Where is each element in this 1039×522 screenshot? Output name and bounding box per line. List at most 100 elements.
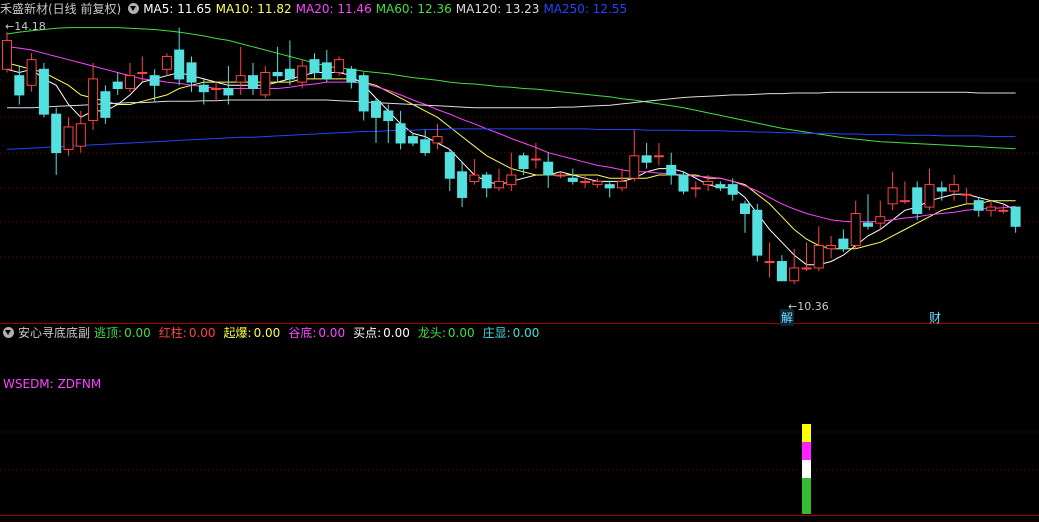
candle-body <box>125 75 135 89</box>
candle-body <box>653 155 664 158</box>
candle-body <box>863 222 873 227</box>
indicator-values: 逃顶: 0.00 红柱: 0.00 起爆: 0.00 谷底: 0.00 买点: 0.00 龙头: 0.… <box>94 326 547 340</box>
indicator-item-label: 庄显: <box>482 326 511 340</box>
candle-body <box>88 78 99 122</box>
indicator-item-label: 红柱: <box>158 326 187 340</box>
event-marker-cai[interactable]: 财 <box>928 309 942 326</box>
candle-body <box>371 100 381 118</box>
candle-body <box>14 75 25 96</box>
candle-body <box>2 39 12 70</box>
indicator-name[interactable]: 安心寻底底副 <box>18 326 90 340</box>
indicator-item-value: 0.00 <box>124 326 151 340</box>
candle-body <box>838 238 849 250</box>
candle-body <box>38 68 49 115</box>
candle-body <box>703 180 714 186</box>
event-marker-jie[interactable]: 解 <box>780 309 795 326</box>
candle-body <box>813 245 824 269</box>
candle-body <box>592 180 603 186</box>
ma-line-ma250 <box>6 128 1016 150</box>
candle-body <box>248 75 258 89</box>
candle-body <box>297 65 308 83</box>
candle-body <box>469 174 480 182</box>
candle-body <box>666 164 677 176</box>
candle-body <box>137 71 148 74</box>
dropdown-icon[interactable] <box>3 327 14 338</box>
indicator-item-value: 0.00 <box>188 326 216 340</box>
candle-body <box>506 174 517 186</box>
candle-body <box>161 55 172 70</box>
candle-body <box>567 177 578 182</box>
candle-body <box>826 245 837 250</box>
candle-body <box>432 136 443 144</box>
candle-body <box>420 139 431 154</box>
candle-body <box>198 84 209 93</box>
candle-body <box>936 187 947 192</box>
ma-legend-item: MA10: 11.82 <box>215 2 292 16</box>
formula-label: WSEDM: ZDFNM <box>3 377 102 391</box>
candle-body <box>801 267 812 270</box>
ma-legend-item: MA5: 11.65 <box>143 2 212 16</box>
candle-body <box>518 155 529 170</box>
candle-body <box>63 126 74 150</box>
indicator-header: 安心寻底底副 逃顶: 0.00 红柱: 0.00 起爆: 0.00 谷底: 0.00 买点: 0.0… <box>0 324 551 342</box>
stock-title[interactable]: 禾盛新材(日线 前复权) <box>0 2 121 16</box>
indicator-item-value: 0.00 <box>447 326 475 340</box>
ma-line-ma120 <box>7 91 1016 109</box>
indicator-item-label: 买点: <box>353 326 382 340</box>
candle-body <box>321 62 332 80</box>
candle-body <box>358 75 369 112</box>
main-chart-header: 禾盛新材(日线 前复权) MA5: 11.65 MA10: 11.82 MA20: 1… <box>0 0 635 18</box>
indicator-item-value: 0.00 <box>253 326 281 340</box>
indicator-item-label: 谷底: <box>288 326 317 340</box>
candle-body <box>309 59 320 73</box>
indicator-item-label: 逃顶: <box>94 326 123 340</box>
candle-body <box>100 91 111 118</box>
candle-body <box>604 184 615 189</box>
candle-body <box>112 81 123 90</box>
signal-bar-segment <box>802 478 811 514</box>
candle-body <box>727 184 738 195</box>
indicator-item-value: 0.00 <box>318 326 346 340</box>
candle-body <box>752 209 763 256</box>
candle-body <box>457 171 468 198</box>
indicator-item-label: 龙头: <box>417 326 446 340</box>
ma-legend-item: MA20: 11.46 <box>295 2 372 16</box>
candle-body <box>444 152 455 179</box>
candle-body <box>789 267 800 282</box>
candle-body <box>887 187 898 205</box>
candle-body <box>690 187 701 190</box>
signal-bar-segment <box>802 442 811 460</box>
candle-body <box>211 88 222 90</box>
signal-bar-segment <box>802 424 811 442</box>
candle-body <box>407 136 418 144</box>
ma-legend-item: MA60: 12.36 <box>375 2 452 16</box>
candle-body <box>715 184 726 189</box>
candle-body <box>617 180 627 189</box>
candle-body <box>494 180 504 189</box>
candle-body <box>961 193 972 196</box>
low-price-label: ←10.36 <box>788 300 829 313</box>
price-chart[interactable] <box>0 0 1039 522</box>
ma-legend-item: MA250: 12.55 <box>543 2 628 16</box>
dropdown-icon[interactable] <box>128 3 140 14</box>
ma-legend-item: MA120: 13.23 <box>455 2 540 16</box>
candle-body <box>973 200 984 211</box>
candle-body <box>580 180 591 183</box>
candle-body <box>776 261 787 282</box>
candle-body <box>875 216 886 224</box>
candle-body <box>949 184 960 192</box>
candle-body <box>678 174 689 192</box>
candle-body <box>924 184 935 208</box>
indicator-item-value: 0.00 <box>512 326 540 340</box>
candle-body <box>26 59 37 86</box>
candle-body <box>543 161 554 176</box>
candle-body <box>555 174 566 177</box>
candle-body <box>641 155 652 163</box>
candle-body <box>272 71 283 77</box>
candle-body <box>334 59 345 73</box>
ma-legend: MA5: 11.65 MA10: 11.82 MA20: 11.46 MA60: 12… <box>143 2 631 16</box>
candle-body <box>481 174 492 189</box>
candle-body <box>149 75 160 86</box>
ma-line-ma60 <box>6 27 1016 150</box>
candle-body <box>75 123 86 147</box>
